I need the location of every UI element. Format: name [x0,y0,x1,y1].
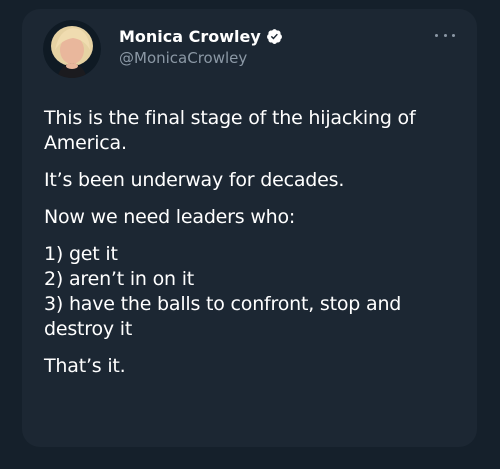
more-options-icon[interactable] [435,31,455,39]
author-handle[interactable]: @MonicaCrowley [119,49,247,67]
tweet-card: Monica Crowley @MonicaCrowley This is th… [22,9,477,447]
page: Monica Crowley @MonicaCrowley This is th… [0,0,500,469]
tweet-list-item: 2) aren’t in on it [44,268,195,290]
tweet-paragraph-3: Now we need leaders who: [44,206,296,228]
author-name-row: Monica Crowley [119,27,283,46]
author-display-name[interactable]: Monica Crowley [119,27,261,46]
tweet-paragraph-4: That’s it. [44,355,126,377]
tweet-text: This is the final stage of the hijacking… [44,106,454,391]
tweet-list: 1) get it 2) aren’t in on it 3) have the… [44,242,454,342]
avatar[interactable] [43,20,101,78]
verified-badge-icon [266,28,283,45]
tweet-paragraph-2: It’s been underway for decades. [44,169,345,191]
tweet-list-item: 3) have the balls to confront, stop and … [44,293,402,340]
tweet-list-item: 1) get it [44,243,118,265]
avatar-image [43,20,101,78]
tweet-paragraph-1: This is the final stage of the hijacking… [44,107,416,154]
